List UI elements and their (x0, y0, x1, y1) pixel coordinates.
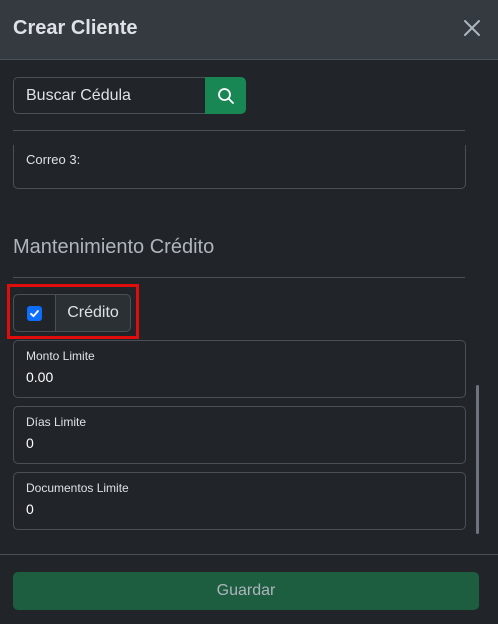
section-title-credito: Mantenimiento Crédito (13, 236, 215, 258)
search-icon (217, 87, 234, 104)
modal-header: Crear Cliente (0, 0, 498, 60)
close-button[interactable] (462, 18, 482, 38)
credit-checkbox-cell[interactable] (14, 295, 56, 331)
scrollbar-thumb[interactable] (476, 385, 479, 534)
monto-limite-input[interactable] (26, 369, 446, 385)
check-icon (30, 309, 39, 317)
documentos-limite-label: Documentos Limite (26, 481, 129, 495)
monto-limite-field[interactable]: Monto Limite (13, 340, 466, 398)
modal-title: Crear Cliente (13, 17, 138, 39)
credit-checkbox[interactable] (27, 305, 42, 321)
modal-body-scroll[interactable]: Correo 3: Mantenimiento Crédito Crédito … (0, 131, 498, 554)
credit-toggle-label: Crédito (67, 304, 119, 321)
close-icon (464, 20, 480, 36)
search-button[interactable] (205, 77, 246, 114)
dias-limite-field[interactable]: Días Limite (13, 406, 466, 464)
section-divider (13, 277, 465, 278)
documentos-limite-input[interactable] (26, 501, 446, 517)
credit-toggle[interactable]: Crédito (13, 294, 131, 332)
dias-limite-label: Días Limite (26, 415, 87, 429)
documentos-limite-field[interactable]: Documentos Limite (13, 472, 466, 530)
save-button[interactable]: Guardar (13, 572, 479, 610)
search-cedula-input[interactable] (13, 77, 205, 114)
modal-footer: Guardar (0, 554, 498, 624)
search-group (13, 77, 246, 114)
correo3-label: Correo 3: (26, 152, 81, 167)
dias-limite-input[interactable] (26, 435, 446, 451)
correo3-field[interactable]: Correo 3: (13, 145, 466, 189)
monto-limite-label: Monto Limite (26, 349, 95, 363)
